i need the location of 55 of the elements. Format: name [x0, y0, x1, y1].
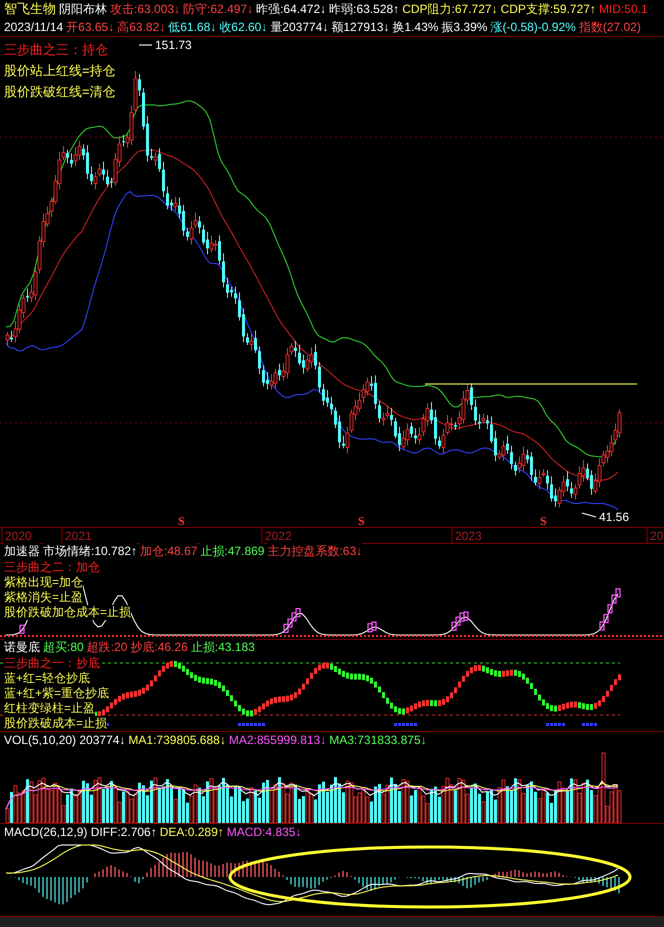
- quote-value: 昨强:64.472↓: [256, 0, 326, 18]
- sell-signal-marker: S: [540, 514, 547, 528]
- indicator-value: 主力控盘系数:63↓: [267, 543, 362, 560]
- quote-value: 防守:62.497↓: [183, 0, 254, 18]
- quote-value: 振3.39%: [441, 18, 488, 36]
- indicator-value: 止损:43.183: [190, 639, 255, 656]
- quote-value: CDP阻力:67.727↓: [402, 0, 498, 18]
- quote-value: 换1.43%: [392, 18, 438, 36]
- quote-value: 涨(-0.58)-0.92%: [490, 18, 576, 36]
- strategy-note: 紫格消失=止盈: [4, 590, 84, 605]
- strategy-note: 红柱变绿柱=止盈: [4, 701, 96, 716]
- strategy-note: 三步曲之二：加仓: [4, 560, 100, 575]
- quote-value: 高63.82↓: [117, 18, 166, 36]
- strategy-note: 紫格出现=加仓: [4, 575, 84, 590]
- quote-value: 攻击:63.003↓: [110, 0, 180, 18]
- sell-signal-marker: S: [358, 514, 365, 528]
- indicator-value: 市场情绪:10.782↑: [43, 543, 138, 560]
- strategy-note: 股价跌破加仓成本=止损: [4, 605, 132, 620]
- quote-value: MID:50.1: [598, 2, 648, 16]
- quote-value: 低61.68↓: [168, 18, 216, 36]
- indicator-name: 阴阳布林: [59, 0, 107, 18]
- date-label: 2023/11/14: [4, 20, 64, 34]
- quote-value: 指数(27.02): [578, 18, 641, 36]
- leader-line: [582, 512, 596, 518]
- indicator-value: 抄底:46.26: [130, 639, 188, 656]
- quote-value: 收62.60↓: [219, 18, 268, 36]
- quote-value: CDP支撑:59.727↑: [500, 0, 596, 18]
- year-label: 2022: [265, 529, 292, 543]
- indicator-value: DEA:0.289↑: [160, 824, 224, 838]
- strategy-note: 蓝+红+紫=重仓抄底: [4, 686, 110, 701]
- low-price-label: 41.56: [599, 510, 630, 524]
- year-label: 20: [650, 529, 664, 543]
- indicator-value: MA3:731833.875↓: [329, 732, 427, 746]
- high-price-label: 151.73: [155, 38, 192, 52]
- strategy-note: 股价跌破成本=止损: [4, 716, 108, 731]
- indicator-value: MACD:4.835↓: [226, 824, 302, 838]
- indicator-value: 止损:47.869: [200, 543, 264, 560]
- indicator-value: MA2:855999.813↓: [228, 732, 326, 746]
- quote-value: 开63.65↓: [66, 18, 114, 36]
- year-label: 2023: [455, 529, 482, 543]
- sell-signal-marker: S: [178, 514, 185, 528]
- strategy-note: 蓝+红=轻仓抄底: [4, 671, 90, 686]
- indicator-value: VOL(5,10,20) 203774↓: [4, 732, 126, 746]
- indicator-value: 超跌:20: [86, 639, 128, 656]
- leader-line: [138, 44, 152, 46]
- strategy-note: 三步曲之一：抄底: [4, 656, 100, 671]
- indicator-value: MACD(26,12,9) DIFF:2.706↑: [4, 824, 157, 838]
- indicator-value: MA1:739805.688↓: [128, 732, 226, 746]
- year-label: 2020: [5, 529, 32, 543]
- quote-value: 量203774↓: [270, 18, 328, 36]
- year-label: 2021: [65, 529, 92, 543]
- indicator-value: 超买:80: [43, 639, 84, 656]
- quote-value: 额127913↓: [331, 18, 390, 36]
- stock-name: 智飞生物: [4, 0, 56, 18]
- quote-value: 昨弱:63.528↑: [329, 0, 400, 18]
